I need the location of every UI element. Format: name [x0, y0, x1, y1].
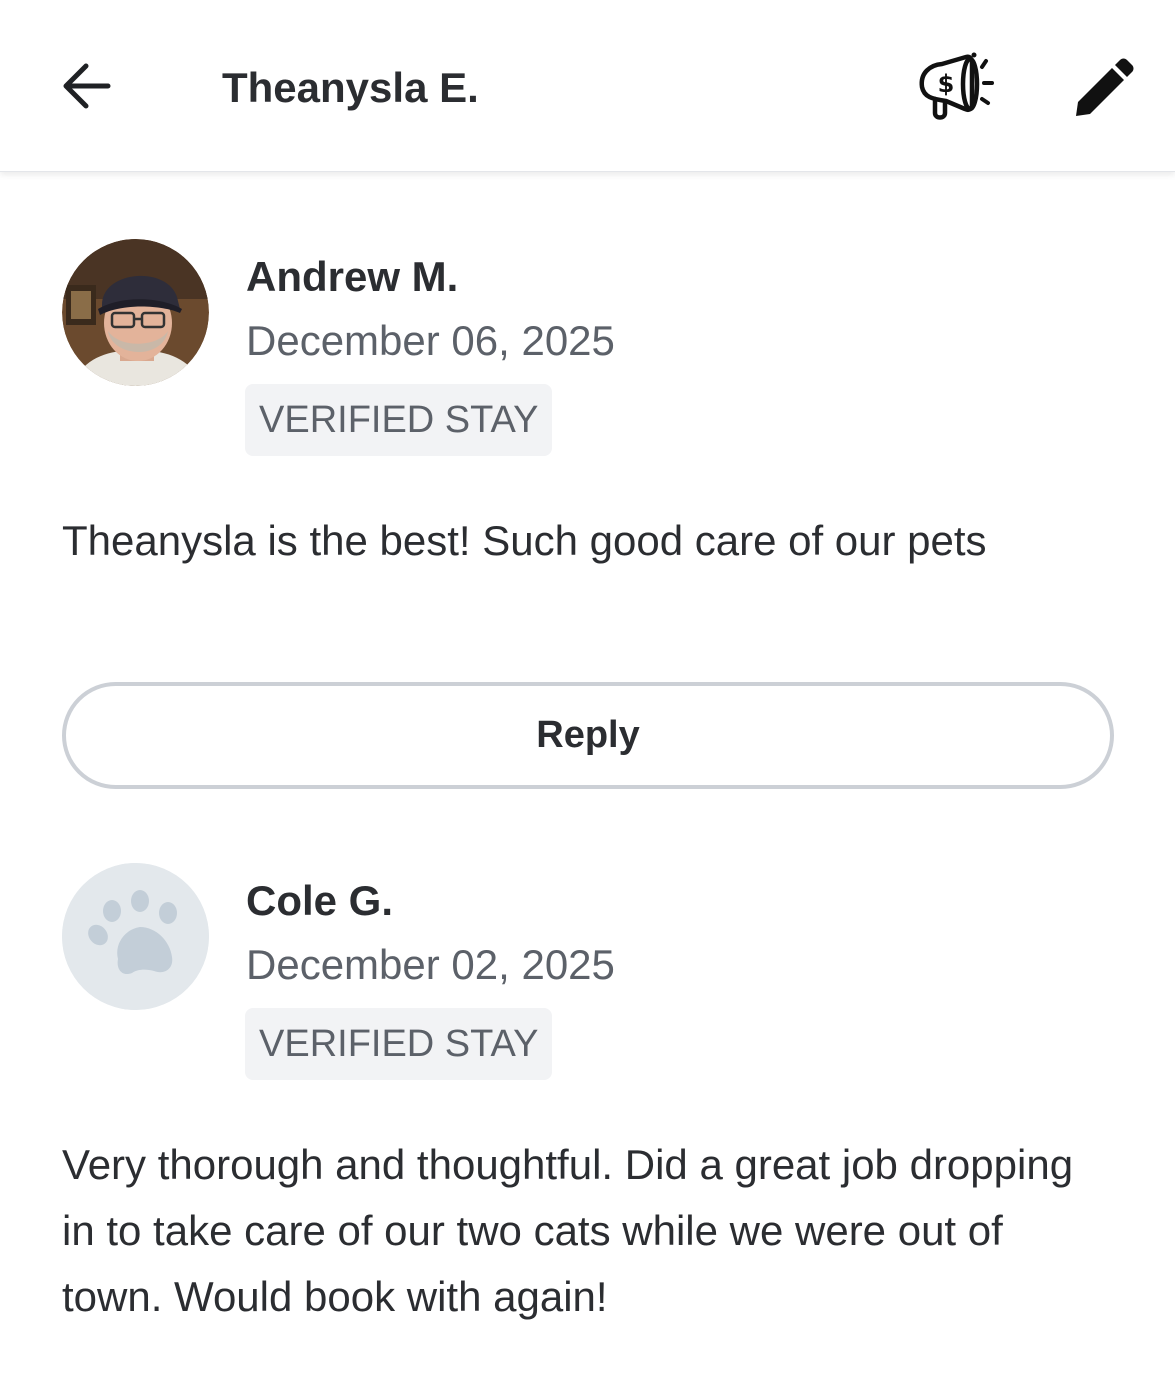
pencil-icon: [1076, 58, 1134, 116]
arrow-left-icon: [63, 63, 111, 109]
page-title: Theanysla E.: [222, 64, 479, 111]
review-item: Andrew M. December 06, 2025 VERIFIED STA…: [62, 239, 1114, 639]
megaphone-dollar-icon: $: [919, 52, 994, 120]
verified-stay-badge: VERIFIED STAY: [245, 384, 553, 456]
paw-placeholder-icon: [62, 863, 209, 1010]
svg-text:$: $: [938, 70, 955, 98]
promote-button[interactable]: $: [905, 42, 1001, 132]
verified-stay-badge: VERIFIED STAY: [245, 1008, 553, 1080]
review-date: December 06, 2025: [246, 317, 615, 364]
reply-button[interactable]: Reply: [62, 682, 1114, 789]
user-photo: [62, 239, 209, 386]
review-text: Theanysla is the best! Such good care of…: [62, 517, 987, 564]
reviewer-name: Andrew M.: [246, 253, 459, 300]
top-app-bar: Theanysla E. $: [0, 0, 1175, 172]
review-text: Very thorough and thoughtful. Did a grea…: [62, 1141, 1074, 1320]
review-date: December 02, 2025: [246, 941, 615, 988]
avatar: [62, 239, 209, 386]
review-item: Cole G. December 02, 2025 VERIFIED STAY …: [62, 863, 1114, 1363]
back-button[interactable]: [50, 50, 122, 122]
edit-button[interactable]: [1060, 48, 1144, 132]
avatar: [62, 863, 209, 1010]
reviewer-name: Cole G.: [246, 877, 394, 924]
